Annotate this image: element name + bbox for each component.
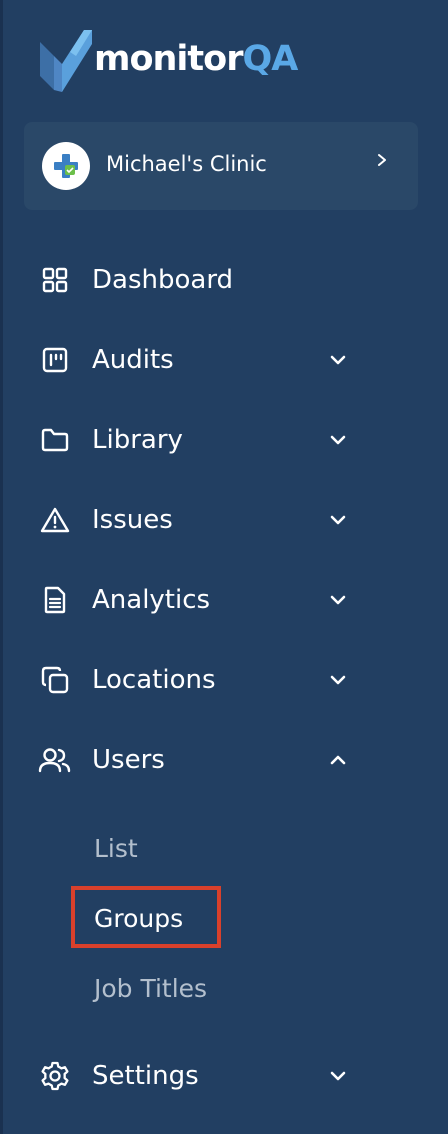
medical-cross-icon	[54, 154, 78, 178]
copy-icon	[38, 663, 72, 697]
nav-item-issues[interactable]: Issues	[38, 492, 368, 548]
nav-item-analytics[interactable]: Analytics	[38, 572, 368, 628]
kanban-icon	[38, 343, 72, 377]
sidebar-edge	[0, 0, 3, 1134]
chevron-down-icon[interactable]	[326, 428, 350, 452]
nav-label-library: Library	[92, 425, 183, 455]
nav-label-locations: Locations	[92, 665, 216, 695]
nav-label-dashboard: Dashboard	[92, 265, 234, 295]
nav-label-analytics: Analytics	[92, 585, 211, 615]
clinic-switcher[interactable]: Michael's Clinic	[24, 122, 418, 210]
nav-item-users[interactable]: Users	[38, 732, 368, 788]
nav-item-audits[interactable]: Audits	[38, 332, 368, 388]
nav-label-settings: Settings	[92, 1061, 199, 1091]
brand-logo[interactable]: monitorQA	[40, 24, 298, 94]
brand-name: monitorQA	[94, 38, 298, 79]
nav-label-audits: Audits	[92, 345, 174, 375]
nav-label-issues: Issues	[92, 505, 173, 535]
brand-name-part1: monitor	[94, 38, 243, 79]
chevron-right-icon	[378, 154, 386, 166]
nav-item-dashboard[interactable]: Dashboard	[38, 252, 368, 308]
nav-label-users: Users	[92, 745, 165, 775]
chevron-down-icon[interactable]	[326, 1064, 350, 1088]
folder-icon	[38, 423, 72, 457]
chevron-up-icon[interactable]	[326, 748, 350, 772]
users-icon	[38, 743, 72, 777]
subnav-item-job-titles[interactable]: Job Titles	[94, 974, 207, 1003]
warning-icon	[38, 503, 72, 537]
chevron-down-icon[interactable]	[326, 668, 350, 692]
subnav-item-list[interactable]: List	[94, 834, 138, 863]
clinic-name: Michael's Clinic	[106, 152, 267, 176]
clinic-avatar	[42, 142, 90, 190]
chevron-down-icon[interactable]	[326, 508, 350, 532]
check-chevron-logo-icon	[40, 30, 92, 92]
chevron-down-icon[interactable]	[326, 348, 350, 372]
chevron-down-icon[interactable]	[326, 588, 350, 612]
nav-item-settings[interactable]: Settings	[38, 1048, 368, 1104]
active-highlight-box	[71, 886, 221, 948]
brand-name-part2: QA	[242, 38, 298, 79]
gear-icon	[38, 1059, 72, 1093]
grid-icon	[38, 263, 72, 297]
nav-item-locations[interactable]: Locations	[38, 652, 368, 708]
document-icon	[38, 583, 72, 617]
nav-item-library[interactable]: Library	[38, 412, 368, 468]
